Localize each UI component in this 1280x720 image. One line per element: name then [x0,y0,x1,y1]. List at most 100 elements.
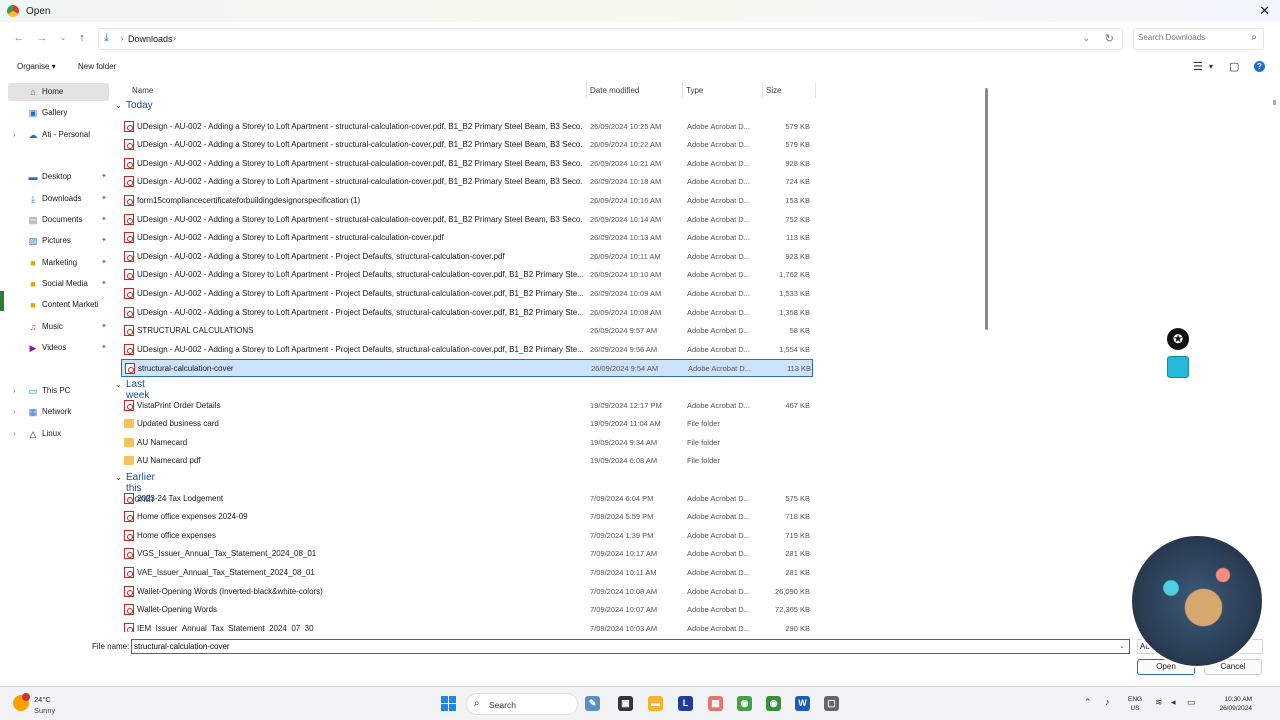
column-header-date-modified[interactable]: Date modified [590,86,639,95]
recent-locations-chevron-icon[interactable]: ⌄ [56,31,70,45]
sidebar-item-this-pc[interactable]: › ▭ This PC [8,382,109,400]
column-header-size[interactable]: Size [766,86,782,95]
sidebar-item-videos[interactable]: ▶ Videos ✦ [8,339,109,357]
collapse-chevron-icon[interactable]: ⌄ [115,380,122,389]
windows-start-icon[interactable] [441,696,456,711]
widget-app-icon[interactable]: ✎ [585,696,600,711]
lightbulb-widget-icon[interactable]: ✪ [1167,328,1189,350]
breadcrumb-chevron-icon[interactable]: › [173,33,176,43]
file-row[interactable]: UDesign - AU-002 - Adding a Storey to Lo… [121,229,813,247]
sidebar-item-social-media[interactable]: ■ Social Media ✦ [8,275,109,293]
breadcrumb-downloads[interactable]: Downloads [128,34,173,44]
expand-chevron-icon[interactable]: › [13,130,16,139]
preview-scrollbar[interactable] [1273,100,1276,105]
collapse-chevron-icon[interactable]: ⌄ [115,101,122,110]
file-row[interactable]: form15compliancecertificateforbuildingde… [121,192,813,210]
sidebar-item-music[interactable]: ♫ Music ✦ [8,318,109,336]
file-row[interactable]: 2023-24 Tax Lodgement 7/09/2024 6:04 PM Ad… [121,490,813,508]
file-explorer-icon[interactable]: ▬ [648,696,663,711]
file-row[interactable]: VistaPrint Order Details 19/09/2024 12:17… [121,397,813,415]
up-arrow-icon[interactable]: ↑ [75,31,89,45]
sidebar-item-ati-personal[interactable]: › ☁ Ati - Personal [8,126,109,144]
microphone-icon[interactable]: ♪ [1105,697,1110,707]
file-row[interactable]: IEM_Issuer_Annual_Tax_Statement_2024_07_… [121,620,813,632]
calendar-app-icon[interactable]: ▦ [708,696,723,711]
expand-chevron-icon[interactable]: › [13,429,16,438]
column-separator[interactable] [815,82,816,98]
file-row[interactable]: AU Namecard pdf 19/09/2024 6:08 AM File fo… [121,452,813,470]
column-separator[interactable] [586,82,587,98]
screen-tool-icon[interactable]: ▢ [824,696,839,711]
file-row-selected[interactable]: structural-calculation-cover 26/09/2024 9… [121,359,813,378]
refresh-icon[interactable]: ↻ [1105,32,1114,45]
view-dropdown-icon[interactable]: ▾ [1209,62,1213,71]
volume-icon[interactable]: ◂ [1171,697,1176,708]
address-bar[interactable]: ⤓ › Downloads › ⌄ ↻ [98,28,1123,50]
file-row[interactable]: Wallet-Opening Words 7/09/2024 10:07 AM Ad… [121,601,813,619]
taskbar-search[interactable]: ⌕ Search [466,693,578,715]
forward-arrow-icon[interactable]: → [35,31,49,45]
help-icon[interactable]: ? [1254,61,1265,72]
task-view-icon[interactable]: ▣ [618,696,633,711]
expand-chevron-icon[interactable]: › [13,407,16,416]
search-input[interactable] [1138,33,1243,42]
weather-temperature[interactable]: 24°C [34,695,51,704]
sidebar-item-linux[interactable]: › △ Linux [8,425,109,443]
search-box[interactable]: ⌕ [1133,28,1264,50]
chrome-icon[interactable]: ◉ [737,696,752,711]
file-row[interactable]: Updated business card 19/09/2024 11:04 AM… [121,415,813,433]
file-row[interactable]: VGS_Issuer_Annual_Tax_Statement_2024_08_… [121,545,813,563]
file-name-input[interactable] [131,639,1130,654]
screen-widget-icon[interactable] [1167,356,1189,378]
file-row[interactable]: UDesign - AU-002 - Adding a Storey to Lo… [121,173,813,191]
organise-button[interactable]: Organise ▾ [17,62,56,71]
file-row[interactable]: Home office expenses 7/09/2024 1:39 PM Ado… [121,527,813,545]
sidebar-item-content-marketing[interactable]: ■ Content Marketi [8,296,109,314]
sidebar-item-pictures[interactable]: ▨ Pictures ✦ [8,232,109,250]
file-row[interactable]: VAE_Issuer_Annual_Tax_Statement_2024_08_… [121,564,813,582]
column-separator[interactable] [762,82,763,98]
back-arrow-icon[interactable]: ← [12,31,26,45]
l-app-icon[interactable]: L [678,696,693,711]
file-row[interactable]: Home office expenses 2024-09 7/09/2024 5:… [121,508,813,526]
breadcrumb-separator-icon[interactable]: › [115,32,129,46]
search-icon[interactable]: ⌕ [1251,32,1257,43]
file-name-dropdown-icon[interactable]: ⌄ [1119,642,1125,650]
file-row[interactable]: UDesign - AU-002 - Adding a Storey to Lo… [121,285,813,303]
file-row[interactable]: UDesign - AU-002 - Adding a Storey to Lo… [121,211,813,229]
input-language[interactable]: ENG US [1128,695,1142,713]
file-row[interactable]: UDesign - AU-002 - Adding a Storey to Lo… [121,266,813,284]
file-row[interactable]: UDesign - AU-002 - Adding a Storey to Lo… [121,118,813,136]
file-row[interactable]: UDesign - AU-002 - Adding a Storey to Lo… [121,341,813,359]
close-icon[interactable]: ✕ [1259,3,1270,19]
battery-icon[interactable]: ▭ [1187,697,1196,708]
system-clock[interactable]: 10:30 AM 26/09/2024 [1208,695,1252,713]
sidebar-item-marketing[interactable]: ■ Marketing ✦ [8,254,109,272]
column-header-type[interactable]: Type [686,86,703,95]
new-folder-button[interactable]: New folder [78,62,116,71]
file-row[interactable]: STRUCTURAL CALCULATIONS 26/09/2024 9:57 A… [121,322,813,340]
sidebar-item-home[interactable]: ⌂ Home [8,83,109,101]
column-separator[interactable] [682,82,683,98]
word-icon[interactable]: W [795,696,810,711]
sidebar-item-downloads[interactable]: ⤓ Downloads ✦ [8,190,109,208]
file-row[interactable]: UDesign - AU-002 - Adding a Storey to Lo… [121,155,813,173]
file-row[interactable]: UDesign - AU-002 - Adding a Storey to Lo… [121,136,813,154]
weather-condition[interactable]: Sunny [34,706,55,715]
sidebar-item-network[interactable]: › ▦ Network [8,403,109,421]
preview-pane-icon[interactable]: ▢ [1229,60,1239,73]
view-options-icon[interactable]: ☰ [1193,60,1203,73]
collapse-chevron-icon[interactable]: ⌄ [115,473,122,482]
chrome-profile-icon[interactable]: ◉ [766,696,781,711]
address-dropdown-icon[interactable]: ⌄ [1082,33,1090,44]
expand-chevron-icon[interactable]: › [13,386,16,395]
sidebar-item-gallery[interactable]: ▣ Gallery [8,104,109,122]
file-row[interactable]: UDesign - AU-002 - Adding a Storey to Lo… [121,304,813,322]
file-row[interactable]: AU Namecard 19/09/2024 9:34 AM File folder [121,434,813,452]
show-hidden-icons-chevron-icon[interactable]: ⌃ [1084,697,1092,708]
sidebar-item-documents[interactable]: ▤ Documents ✦ [8,211,109,229]
file-row[interactable]: UDesign - AU-002 - Adding a Storey to Lo… [121,248,813,266]
file-list-scrollbar[interactable] [985,88,988,330]
file-row[interactable]: Wallet-Opening Words (Inverted-black&whi… [121,583,813,601]
wifi-icon[interactable]: ≋ [1155,697,1163,708]
